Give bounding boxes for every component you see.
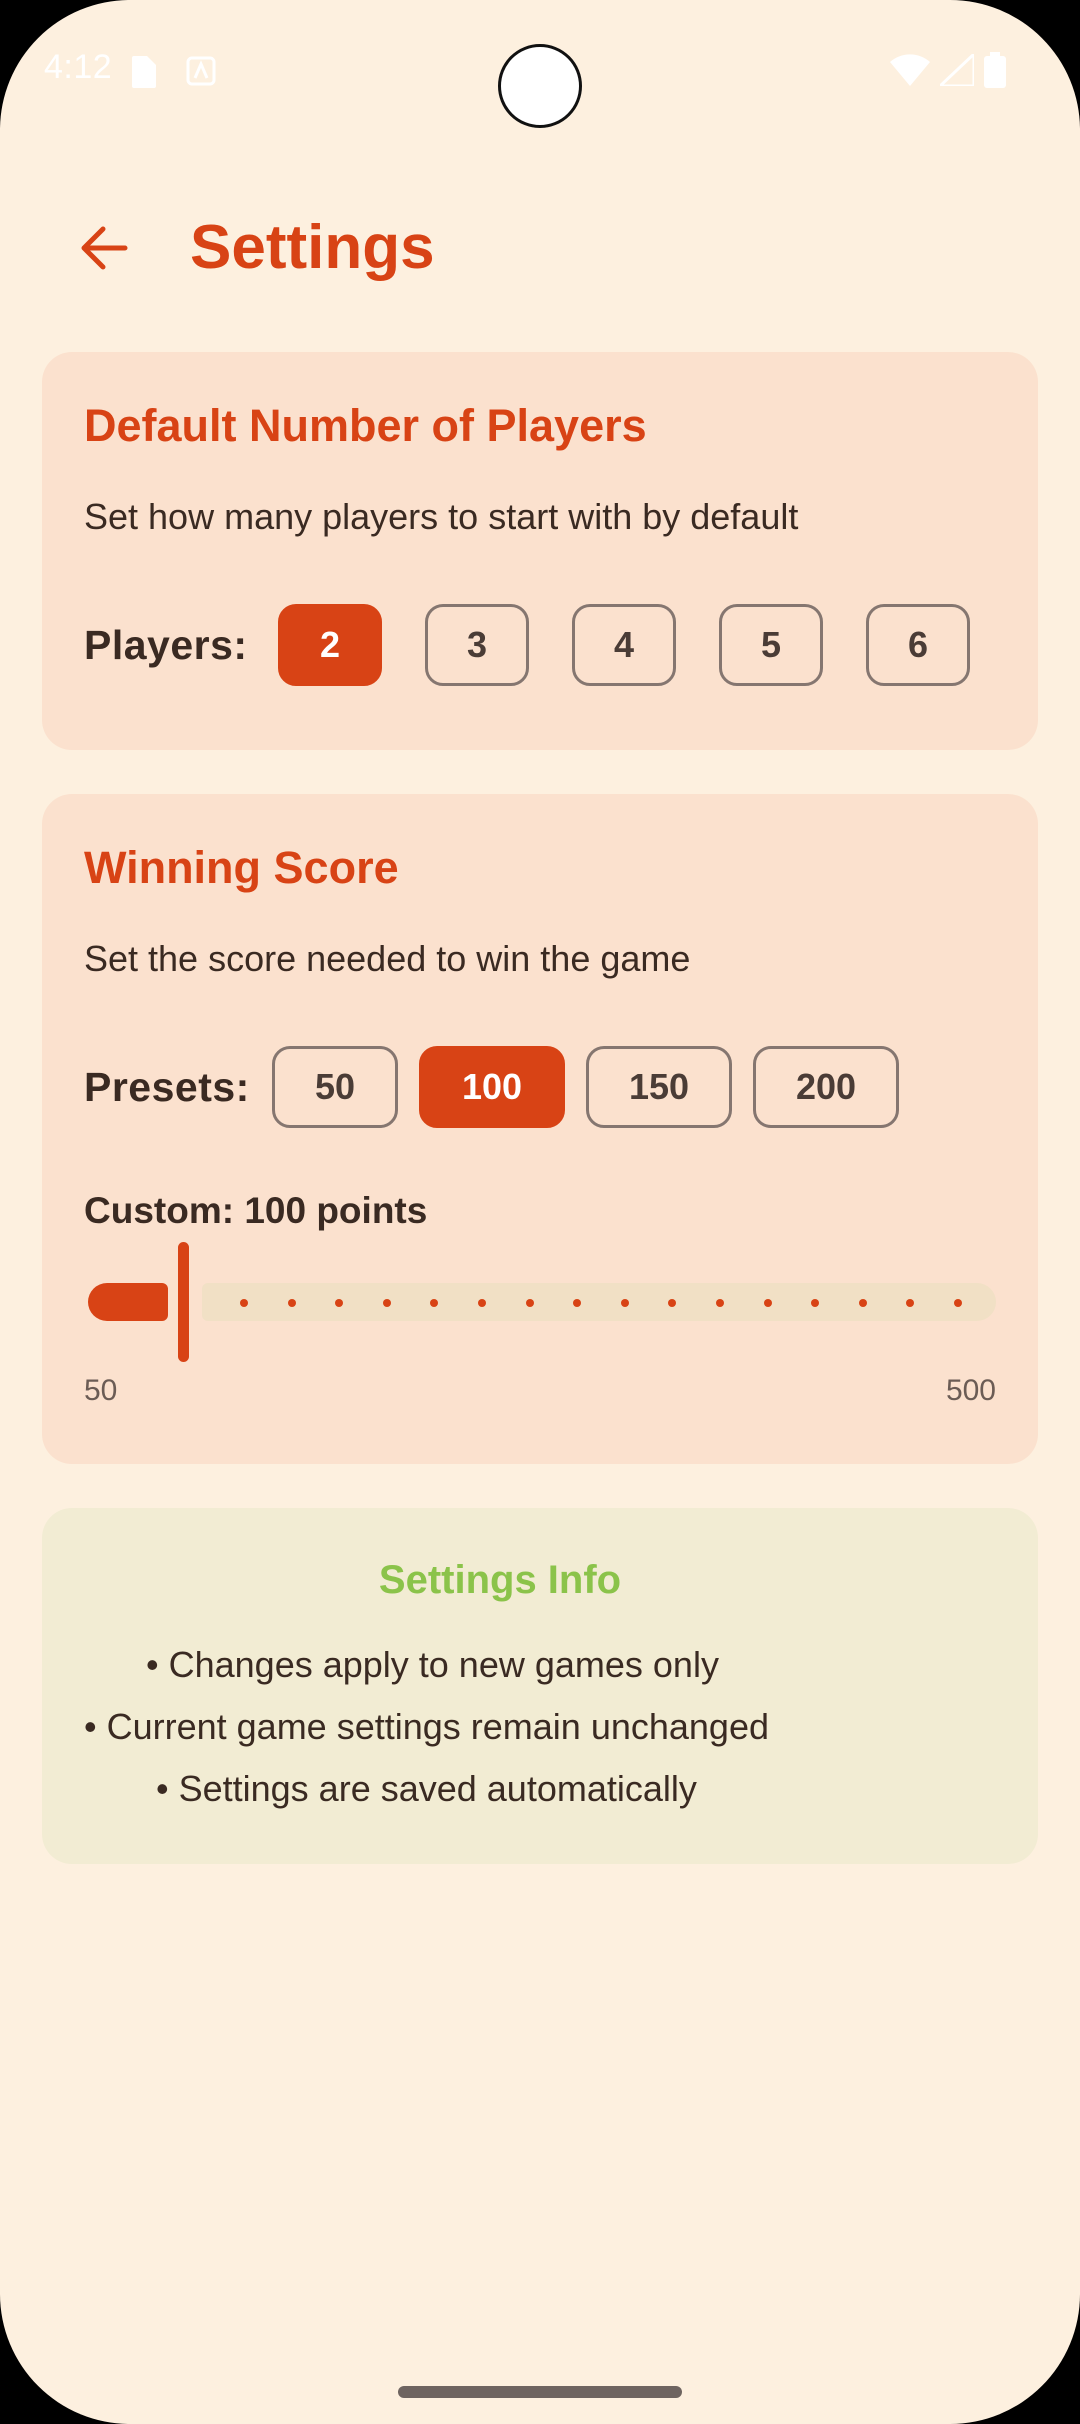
slider-tick [811, 1299, 820, 1307]
player-option-6[interactable]: 6 [866, 604, 970, 686]
custom-score-label: Custom: 100 points [84, 1190, 428, 1231]
slider-thumb[interactable] [178, 1242, 189, 1362]
players-card: Default Number of Players Set how many p… [42, 352, 1038, 750]
back-button[interactable] [64, 208, 144, 288]
slider-min-label: 50 [84, 1374, 118, 1407]
android-icon [186, 56, 216, 91]
page-title: Settings [190, 213, 435, 282]
slider-tick [573, 1299, 582, 1307]
preset-50-button[interactable]: 50 [272, 1046, 398, 1128]
slider-tick [240, 1299, 248, 1307]
slider-tick [430, 1299, 439, 1307]
info-line: • Changes apply to new games only [146, 1644, 719, 1685]
players-label: Players: [84, 622, 248, 668]
preset-150-button[interactable]: 150 [586, 1046, 732, 1128]
info-line: • Current game settings remain unchanged [84, 1706, 769, 1747]
slider-active-track [88, 1283, 168, 1321]
player-option-5[interactable]: 5 [719, 604, 823, 686]
slider-tick [620, 1299, 629, 1307]
player-option-4[interactable]: 4 [572, 604, 676, 686]
preset-200-button[interactable]: 200 [753, 1046, 899, 1128]
players-card-title: Default Number of Players [84, 400, 647, 451]
settings-info-title: Settings Info [378, 1558, 622, 1602]
preset-label: 50 [314, 1066, 356, 1107]
slider-max-label: 500 [945, 1374, 996, 1407]
player-option-3[interactable]: 3 [425, 604, 529, 686]
slider-tick [478, 1299, 486, 1307]
signal-icon [936, 50, 976, 91]
player-option-2[interactable]: 2 [278, 604, 382, 686]
player-option-label: 3 [466, 624, 488, 665]
home-indicator [398, 2386, 682, 2398]
winning-score-card: Winning Score Set the score needed to wi… [42, 794, 1038, 1464]
slider-tick [858, 1299, 867, 1307]
preset-label: 150 [628, 1066, 690, 1107]
player-option-label: 5 [760, 624, 782, 665]
slider-tick [716, 1299, 724, 1307]
players-card-description: Set how many players to start with by de… [84, 496, 799, 537]
app-bar: Settings [0, 186, 1080, 306]
info-line: • Settings are saved automatically [156, 1768, 697, 1809]
slider-tick [287, 1299, 296, 1307]
presets-label: Presets: [84, 1064, 250, 1110]
score-slider[interactable] [84, 1242, 996, 1362]
slider-tick [906, 1299, 915, 1307]
settings-screen: 4:12 Settings Default Number of Players … [0, 0, 1080, 2424]
winning-score-description: Set the score needed to win the game [84, 938, 691, 979]
winning-score-title: Winning Score [84, 842, 399, 893]
slider-tick [954, 1299, 962, 1307]
sim-card-icon [130, 56, 156, 93]
slider-tick [763, 1299, 772, 1307]
preset-label: 100 [461, 1066, 523, 1107]
player-option-label: 6 [907, 624, 929, 665]
wifi-icon [890, 54, 930, 91]
slider-tick [668, 1299, 677, 1307]
slider-inactive-track [202, 1283, 996, 1321]
arrow-back-icon [81, 226, 128, 270]
slider-tick [382, 1299, 391, 1307]
battery-icon [984, 52, 1006, 93]
player-option-label: 2 [319, 624, 341, 665]
slider-tick [525, 1299, 534, 1307]
player-option-label: 4 [613, 624, 635, 665]
settings-info-card: Settings Info • Changes apply to new gam… [42, 1508, 1038, 1864]
camera-cutout [498, 44, 582, 128]
preset-100-button[interactable]: 100 [419, 1046, 565, 1128]
status-time: 4:12 [44, 48, 113, 86]
preset-label: 200 [795, 1066, 857, 1107]
slider-tick [335, 1299, 344, 1307]
